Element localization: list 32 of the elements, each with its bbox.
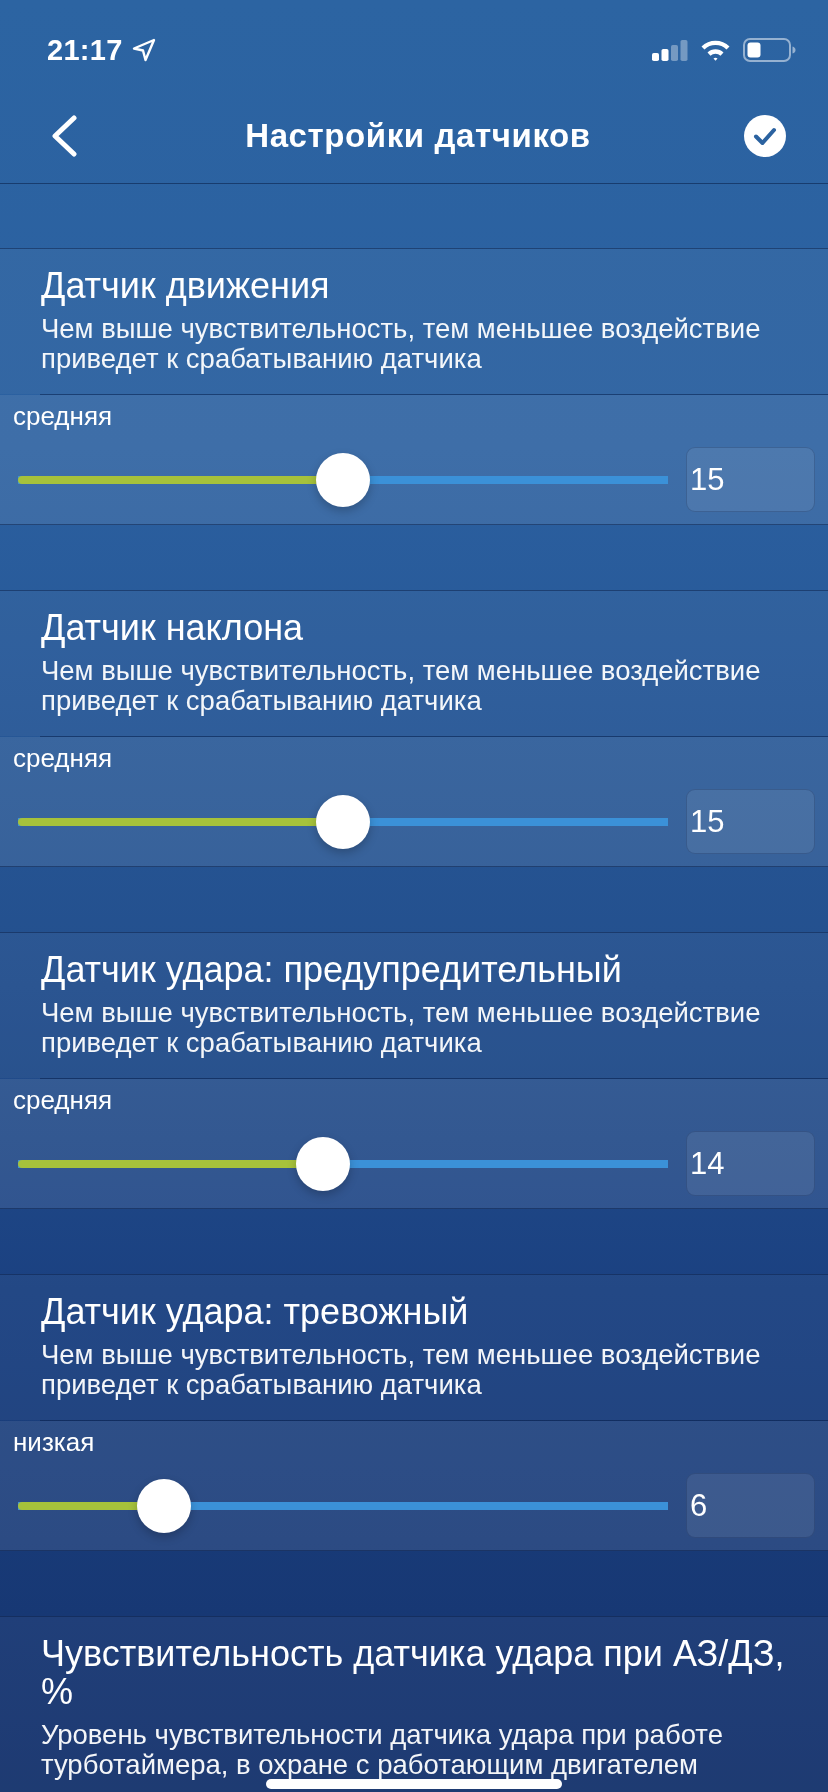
location-arrow-icon xyxy=(131,38,156,62)
section-title: Чувствительность датчика удара при АЗ/ДЗ, % xyxy=(41,1635,786,1711)
section-description: Чем выше чувствительность, тем меньшее воздействие приведет к срабатыванию датчика xyxy=(41,314,762,374)
signal-icon xyxy=(652,39,688,61)
slider-thumb[interactable] xyxy=(316,452,370,507)
status-time: 21:17 xyxy=(47,33,123,67)
section-title: Датчик движения xyxy=(41,267,331,305)
value-field[interactable]: 15 xyxy=(686,789,815,854)
sensitivity-label: средняя xyxy=(13,744,114,772)
section-description: Уровень чувствительности датчика удара при работе турботаймера, в охране с работающим двигателем xyxy=(41,1720,724,1780)
sensitivity-label: средняя xyxy=(13,402,114,430)
section-description: Чем выше чувствительность, тем меньшее воздействие приведет к срабатыванию датчика xyxy=(41,656,762,716)
value-field[interactable]: 6 xyxy=(686,1473,815,1538)
wifi-icon xyxy=(700,39,731,61)
section-title: Датчик удара: тревожный xyxy=(41,1293,470,1331)
screen-title: Настройки датчиков xyxy=(245,116,591,155)
battery-icon xyxy=(743,38,796,62)
slider-thumb[interactable] xyxy=(316,794,370,849)
back-chevron-icon xyxy=(50,114,78,157)
confirm-button[interactable] xyxy=(744,114,786,157)
value-field[interactable]: 15 xyxy=(686,447,815,512)
section-title: Датчик наклона xyxy=(41,609,305,647)
slider-thumb[interactable] xyxy=(296,1136,351,1191)
section-description: Чем выше чувствительность, тем меньшее воздействие приведет к срабатыванию датчика xyxy=(41,998,762,1058)
section-title: Датчик удара: предупредительный xyxy=(41,951,623,989)
back-button[interactable] xyxy=(50,114,78,157)
check-circle-icon xyxy=(744,114,786,157)
sensitivity-label: средняя xyxy=(13,1086,114,1114)
slider-thumb[interactable] xyxy=(137,1478,192,1533)
section-description: Чем выше чувствительность, тем меньшее воздействие приведет к срабатыванию датчика xyxy=(41,1340,762,1400)
sensitivity-label: низкая xyxy=(13,1428,96,1456)
value-field[interactable]: 14 xyxy=(686,1131,815,1196)
